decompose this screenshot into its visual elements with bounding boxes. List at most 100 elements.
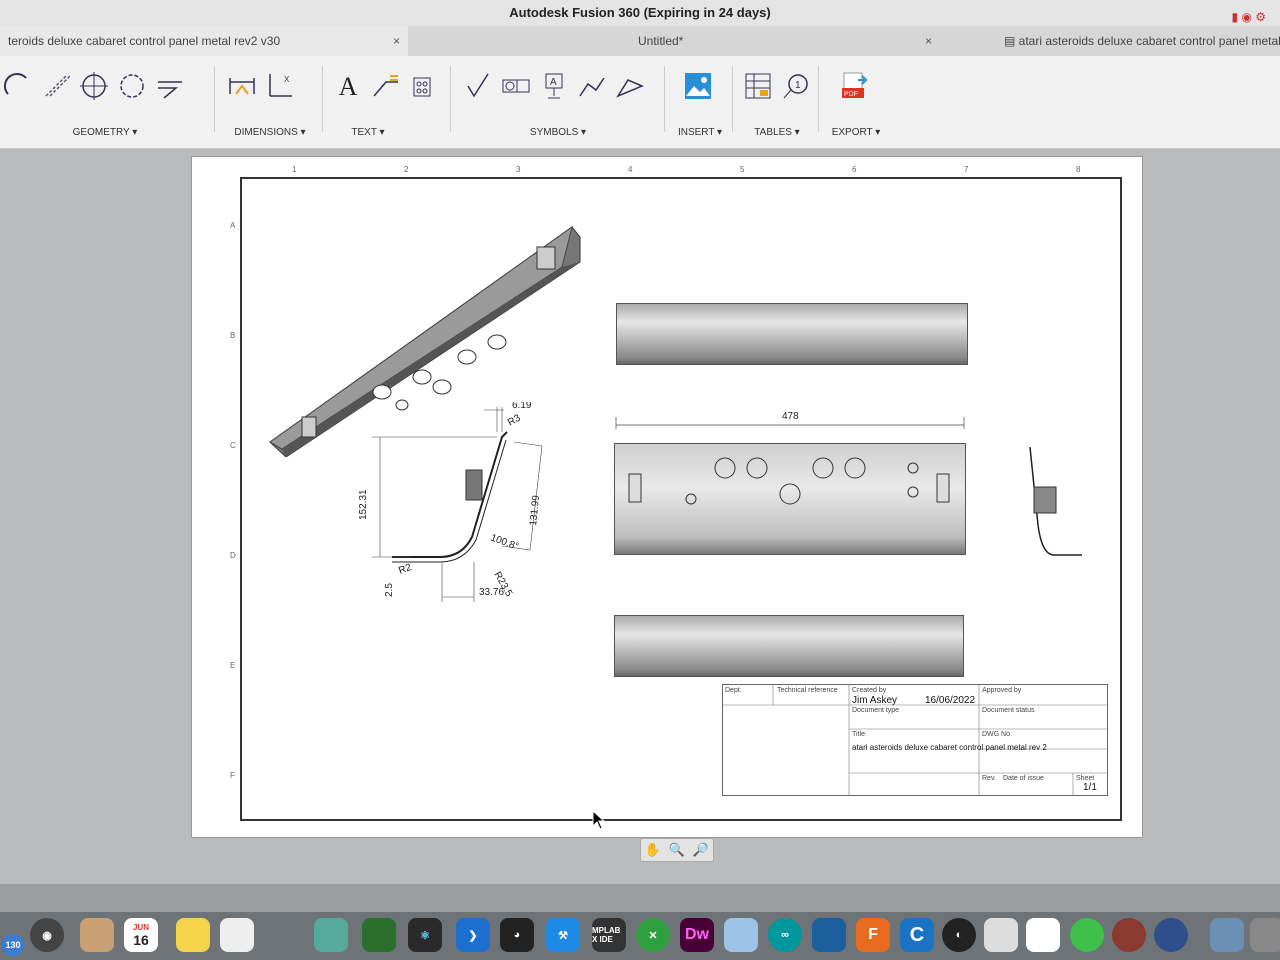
export-group[interactable]: PDF EXPORT ▾ — [826, 62, 886, 142]
bottom-view[interactable] — [614, 615, 964, 677]
app-badge-icon[interactable] — [1112, 918, 1146, 952]
terminal-grid-icon[interactable] — [362, 918, 396, 952]
mysql-workbench-icon[interactable] — [812, 918, 846, 952]
app-icon[interactable] — [314, 918, 348, 952]
zoom-icon[interactable]: 🔍 — [669, 842, 685, 858]
dim-33-76: 33.76 — [479, 587, 504, 598]
dim-6-19: 6.19 — [512, 402, 532, 411]
dim-r3: R3 — [506, 412, 523, 428]
insert-label: INSERT ▾ — [677, 127, 723, 138]
fusion-360-icon[interactable]: F — [856, 918, 890, 952]
mouse-cursor-icon — [592, 810, 606, 830]
compass-icon[interactable]: ◐ — [942, 918, 976, 952]
c-app-icon[interactable]: C — [900, 918, 934, 952]
reminders-icon[interactable] — [220, 918, 254, 952]
calendar-month: JUN — [132, 922, 149, 932]
top-view[interactable] — [616, 303, 968, 365]
vscode-icon[interactable]: ❯ — [456, 918, 490, 952]
insert-image-icon[interactable] — [684, 72, 712, 100]
border-zone-letter: F — [230, 771, 235, 780]
title-block-grid — [723, 685, 1107, 795]
linear-dimension-icon[interactable] — [228, 72, 256, 100]
xbox-icon[interactable]: ✕ — [636, 918, 670, 952]
pan-hand-icon[interactable]: ✋ — [645, 842, 661, 858]
xcode-icon[interactable]: ⚒ — [546, 918, 580, 952]
close-tab-button[interactable]: × — [925, 26, 932, 56]
balloon-icon[interactable] — [410, 72, 438, 100]
text-icon[interactable]: A — [334, 72, 362, 101]
tables-group[interactable]: 1 TABLES ▾ — [740, 62, 814, 142]
downloads-icon[interactable] — [1250, 918, 1280, 952]
center-mark-icon[interactable] — [80, 72, 108, 100]
macos-dock: 130 ◉ JUN 16 ⚛ ❯ ◕ ⚒ MPLAB X IDE ✕ Dw ∞ … — [0, 912, 1280, 960]
notes-icon[interactable] — [176, 918, 210, 952]
github-icon[interactable]: ◕ — [500, 918, 534, 952]
text-label: TEXT ▾ — [351, 127, 385, 138]
centerline-icon[interactable] — [42, 72, 70, 100]
ordinate-dimension-icon[interactable]: X — [266, 72, 294, 100]
datum-identifier-icon[interactable]: A — [540, 72, 568, 100]
dimensions-group[interactable]: X DIMENSIONS ▾ — [222, 62, 318, 142]
close-tab-button[interactable]: × — [393, 26, 400, 56]
contacts-icon[interactable] — [80, 918, 114, 952]
side-view[interactable] — [1024, 445, 1084, 565]
edge-symbol-icon[interactable] — [616, 72, 644, 100]
mplab-icon[interactable]: MPLAB X IDE — [592, 918, 626, 952]
feature-control-frame-icon[interactable] — [502, 72, 530, 100]
symbols-group[interactable]: A SYMBOLS ▾ — [458, 62, 658, 142]
insert-group[interactable]: INSERT ▾ — [672, 62, 728, 142]
table-icon[interactable] — [744, 72, 772, 100]
drawing-canvas[interactable]: ABCDEF12345678 6.19 R3 152.31 131.99 100… — [0, 149, 1280, 884]
ribbon-separator — [732, 66, 733, 132]
svg-text:A: A — [550, 77, 557, 88]
surface-texture-icon[interactable] — [464, 72, 492, 100]
pdf-export-icon[interactable]: PDF — [840, 72, 868, 100]
photos-icon[interactable]: ✿ — [1026, 918, 1060, 952]
border-zone-number: 2 — [404, 165, 409, 174]
leader-icon[interactable] — [372, 72, 400, 100]
drawing-sheet[interactable]: ABCDEF12345678 6.19 R3 152.31 131.99 100… — [192, 157, 1142, 837]
section-profile-view[interactable]: 6.19 R3 152.31 131.99 100.8° R2 2.5 R23.… — [352, 402, 552, 617]
arduino-icon[interactable]: ∞ — [768, 918, 802, 952]
app-badge-icon[interactable] — [1154, 918, 1188, 952]
export-label: EXPORT ▾ — [831, 127, 881, 138]
border-zone-number: 4 — [628, 165, 633, 174]
tab-control-panel-v30[interactable]: teroids deluxe cabaret control panel met… — [0, 26, 408, 56]
edge-extension-icon[interactable] — [156, 72, 184, 100]
folder-icon[interactable] — [1210, 918, 1244, 952]
toolbar-ribbon: GEOMETRY ▾ X DIMENSIONS ▾ A TEXT ▾ A SYM… — [0, 56, 1280, 149]
border-zone-number: 8 — [1076, 165, 1081, 174]
text-group[interactable]: A TEXT ▾ — [328, 62, 440, 142]
cube-icon[interactable] — [724, 918, 758, 952]
atom-icon[interactable]: ⚛ — [408, 918, 442, 952]
messages-icon[interactable] — [1070, 918, 1104, 952]
weld-symbol-icon[interactable] — [578, 72, 606, 100]
zoom-window-icon[interactable]: 🔎 — [693, 842, 709, 858]
notification-badge[interactable]: 130 — [2, 934, 24, 956]
border-zone-number: 1 — [292, 165, 297, 174]
dim-152-31: 152.31 — [358, 489, 369, 520]
textedit-icon[interactable] — [984, 918, 1018, 952]
circle-pattern-icon[interactable] — [118, 72, 146, 100]
dreamweaver-icon[interactable]: Dw — [680, 918, 714, 952]
pdf-label: PDF — [844, 91, 858, 98]
obs-icon[interactable]: ◉ — [30, 918, 64, 952]
calendar-icon[interactable]: JUN 16 — [124, 918, 158, 952]
dept-label: Dept. — [725, 687, 742, 694]
navigation-bar[interactable]: ✋ 🔍 🔎 — [640, 838, 714, 862]
symbols-label: SYMBOLS ▾ — [529, 127, 587, 138]
tab-drawing[interactable]: ▤ atari asteroids deluxe cabaret control… — [996, 26, 1280, 56]
ribbon-separator — [664, 66, 665, 132]
geometry-group[interactable]: GEOMETRY ▾ — [0, 62, 210, 142]
arc-icon[interactable] — [4, 72, 32, 100]
front-view[interactable] — [614, 443, 966, 555]
svg-text:1: 1 — [795, 80, 801, 91]
dim-2-5: 2.5 — [384, 583, 395, 597]
border-zone-letter: D — [230, 551, 236, 560]
balloon-number-icon[interactable]: 1 — [782, 72, 810, 100]
date-value: 16/06/2022 — [925, 695, 976, 706]
front-view-holes — [628, 457, 950, 505]
created-by-label: Created by — [852, 687, 887, 694]
dim-478: 478 — [782, 411, 799, 422]
tab-untitled[interactable]: Untitled* × — [410, 26, 940, 56]
